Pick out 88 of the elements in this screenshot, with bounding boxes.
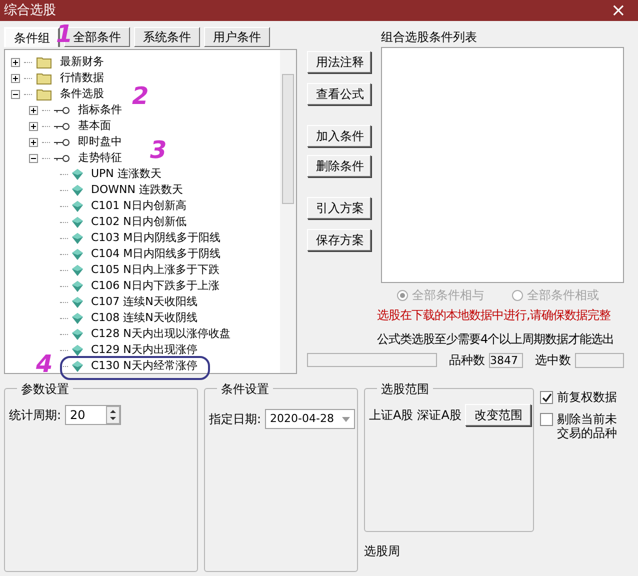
gem-icon (72, 312, 83, 324)
window-title: 综合选股 (4, 2, 56, 20)
tab[interactable]: 系统条件 (134, 27, 200, 47)
tree-item[interactable]: 条件选股 (56, 86, 104, 102)
radio-label: 全部条件相与 (412, 287, 484, 304)
tree-item[interactable]: C104 M日内阳线多于阴线 (87, 246, 221, 262)
spin-arrows-icon[interactable] (106, 406, 120, 424)
tree-item[interactable]: UPN 连涨数天 (87, 166, 162, 182)
dialog-button[interactable]: 用法注释 (307, 51, 371, 73)
tree-item[interactable]: C101 N日内创新高 (87, 198, 186, 214)
gem-icon (72, 280, 83, 292)
tree-item[interactable]: 最新财务 (56, 54, 104, 70)
checkbox-label: 前复权数据 (557, 390, 618, 404)
key-icon (54, 154, 70, 162)
period-label: 选股周 (364, 543, 401, 560)
handwritten-number: 2 (132, 84, 149, 108)
tree-item[interactable]: 走势特征 (74, 150, 122, 166)
close-button[interactable]: × (610, 2, 626, 20)
scrollbar[interactable] (280, 50, 296, 373)
gem-icon (72, 168, 83, 180)
count-label: 品种数 (449, 352, 485, 369)
folder-icon (36, 72, 52, 84)
gem-icon (72, 264, 83, 276)
checkbox[interactable] (540, 413, 553, 426)
checkbox-label: 剔除当前未交易的品种 (557, 412, 618, 440)
tree-item[interactable]: 即时盘中 (74, 134, 122, 150)
tree-item[interactable]: DOWNN 连跌数天 (87, 182, 183, 198)
group-title: 条件设置 (217, 380, 273, 398)
dialog-button[interactable]: 查看公式 (307, 83, 371, 105)
handwritten-number: 3 (150, 138, 167, 162)
expand-icon[interactable] (29, 138, 38, 146)
dialog-button[interactable]: 加入条件 (307, 125, 371, 147)
expand-icon[interactable] (29, 122, 38, 130)
field-label: 统计周期: (9, 407, 62, 424)
field-label: 指定日期: (209, 411, 262, 428)
gem-icon (72, 248, 83, 260)
gem-icon (72, 184, 83, 196)
checkbox[interactable] (540, 391, 553, 404)
dialog-button[interactable]: 保存方案 (307, 229, 371, 251)
key-icon (54, 122, 70, 130)
scrollbar-thumb[interactable] (282, 74, 294, 204)
tree-item[interactable]: C105 N日内上涨多于下跌 (87, 262, 220, 278)
count-field: 3847 (489, 352, 523, 368)
tree-item[interactable]: 基本面 (74, 118, 111, 134)
tree-item[interactable]: C106 N日内下跌多于上涨 (87, 278, 220, 294)
group-title: 选股范围 (377, 380, 433, 398)
tab[interactable]: 用户条件 (204, 27, 270, 47)
tree-item[interactable]: C102 N日内创新低 (87, 214, 186, 230)
dialog-button[interactable]: 改变范围 (465, 404, 532, 426)
spin-field[interactable]: 20 (65, 405, 122, 425)
note-text: 公式类选股至少需要4个以上周期数据才能选出 (377, 331, 616, 348)
radio-button[interactable] (397, 290, 408, 300)
expand-icon[interactable] (29, 106, 38, 114)
gem-icon (72, 328, 83, 340)
radio-label: 全部条件相或 (527, 287, 599, 304)
key-icon (54, 106, 70, 114)
collapse-icon[interactable] (29, 154, 38, 162)
list-title: 组合选股条件列表 (381, 29, 478, 46)
gem-icon (72, 360, 83, 372)
date-field[interactable]: 2020-04-28 (265, 409, 355, 429)
tree-item[interactable]: 行情数据 (56, 70, 104, 86)
market-label: 上证A股 (369, 407, 414, 424)
handwritten-number: 4 (36, 352, 53, 376)
gem-icon (72, 216, 83, 228)
gem-icon (72, 200, 83, 212)
market-label: 深证A股 (417, 407, 462, 424)
gem-icon (72, 344, 83, 356)
group-title: 参数设置 (17, 380, 73, 398)
tree-item[interactable]: C107 连续N天收阳线 (87, 294, 198, 310)
tree-item[interactable]: 指标条件 (74, 102, 122, 118)
gem-icon (72, 232, 83, 244)
tree-item[interactable]: C128 N天内出现以涨停收盘 (87, 326, 230, 342)
selected-count-label: 选中数 (535, 352, 571, 369)
folder-icon (36, 56, 52, 68)
folder-icon (36, 88, 52, 100)
tree-item[interactable]: C103 M日内阴线多于阳线 (87, 230, 221, 246)
warning-text: 选股在下载的本地数据中进行,请确保数据完整 (377, 307, 612, 324)
collapse-icon[interactable] (11, 90, 20, 98)
expand-icon[interactable] (11, 58, 20, 66)
tree-item[interactable]: C108 连续N天收阴线 (87, 310, 198, 326)
gem-icon (72, 296, 83, 308)
selected-count-field (575, 352, 624, 368)
dialog-button[interactable]: 引入方案 (307, 197, 371, 219)
tree-item[interactable]: C129 N天内出现涨停 (87, 342, 198, 358)
key-icon (54, 138, 70, 146)
expand-icon[interactable] (11, 74, 20, 82)
dialog-button[interactable]: 删除条件 (307, 155, 371, 177)
radio-button[interactable] (512, 290, 523, 300)
